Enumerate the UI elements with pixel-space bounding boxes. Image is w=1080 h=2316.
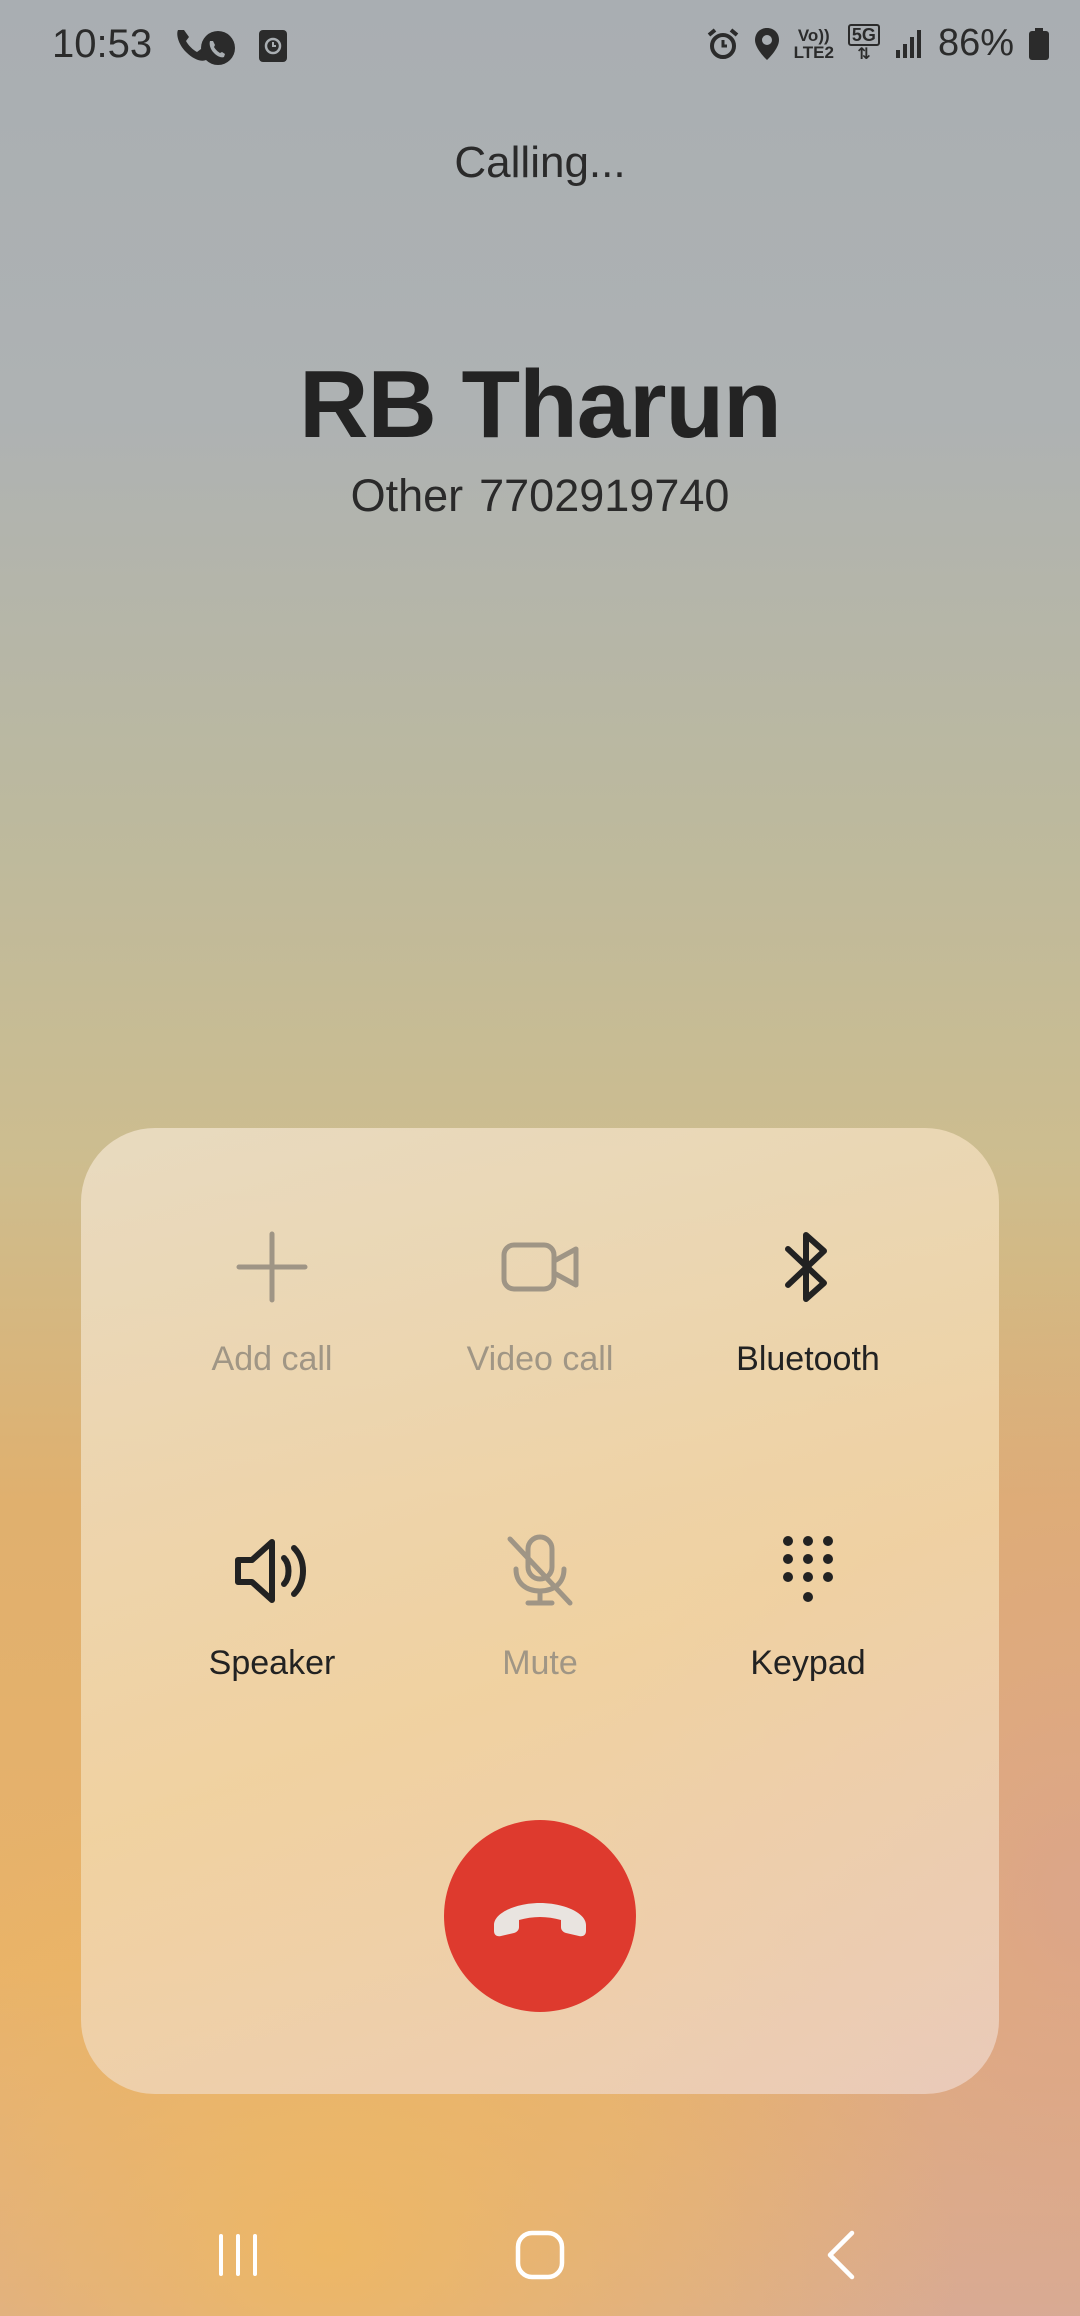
recent-apps-button[interactable]: [178, 2220, 298, 2290]
phone-call-icon: [172, 24, 238, 68]
speaker-label: Speaker: [208, 1644, 336, 1682]
mute-button[interactable]: Mute: [410, 1526, 670, 1683]
caller-number-line: Other 7702919740: [0, 470, 1080, 522]
bluetooth-icon: [778, 1229, 838, 1305]
video-call-button[interactable]: Video call: [410, 1222, 670, 1379]
home-button[interactable]: [480, 2220, 600, 2290]
keypad-icon: [778, 1533, 838, 1609]
status-time: 10:53: [52, 22, 153, 66]
recent-apps-icon: [213, 2232, 263, 2278]
screen-recorder-icon: [258, 29, 288, 63]
bluetooth-label: Bluetooth: [736, 1340, 880, 1378]
mute-label: Mute: [502, 1644, 578, 1682]
video-call-label: Video call: [466, 1340, 614, 1378]
home-icon: [514, 2229, 566, 2281]
battery-icon: [1028, 27, 1050, 61]
speaker-icon: [232, 1536, 312, 1606]
back-button[interactable]: [782, 2220, 902, 2290]
status-bar: 10:53 Vo)) LTE2 5G ⇅ 86%: [0, 0, 1080, 95]
end-call-icon: [488, 1891, 592, 1941]
caller-name: RB Tharun: [299, 351, 782, 458]
video-camera-icon: [500, 1237, 580, 1297]
alarm-icon: [706, 27, 740, 61]
call-status: Calling...: [454, 138, 626, 187]
speaker-button[interactable]: Speaker: [142, 1526, 402, 1683]
signal-icon: [894, 28, 924, 60]
volte-lte2-icon: Vo)) LTE2: [793, 25, 834, 62]
location-icon: [754, 27, 780, 61]
bluetooth-button[interactable]: Bluetooth: [678, 1222, 938, 1379]
add-call-label: Add call: [211, 1340, 333, 1378]
keypad-label: Keypad: [750, 1644, 866, 1682]
phone-number: 7702919740: [479, 470, 730, 521]
5g-icon: 5G ⇅: [847, 23, 880, 64]
mic-off-icon: [504, 1533, 576, 1609]
keypad-button[interactable]: Keypad: [678, 1526, 938, 1683]
navigation-bar: [0, 2200, 1080, 2316]
battery-percent: 86%: [937, 22, 1014, 64]
add-call-button[interactable]: Add call: [142, 1222, 402, 1379]
back-icon: [822, 2229, 862, 2281]
number-label: Other: [350, 470, 464, 521]
end-call-button[interactable]: [444, 1820, 636, 2012]
plus-icon: [235, 1230, 309, 1304]
